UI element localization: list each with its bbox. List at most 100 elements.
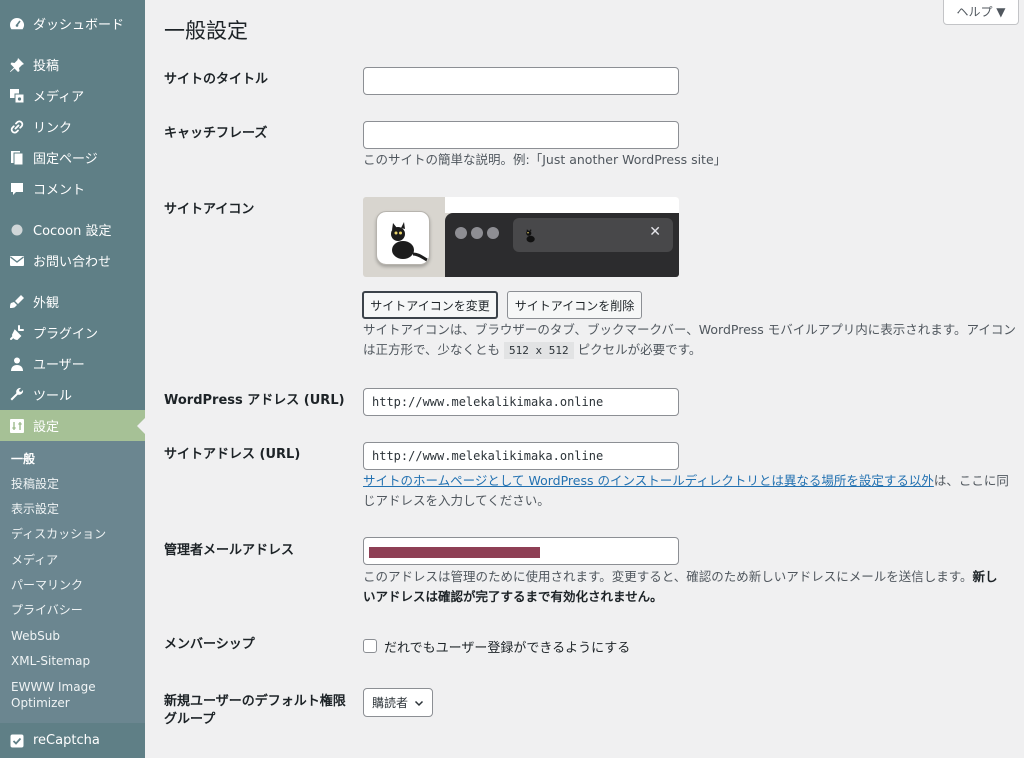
- change-site-icon-button[interactable]: サイトアイコンを変更: [362, 291, 498, 319]
- plugin-icon: [9, 324, 25, 341]
- menu-label: ユーザー: [33, 358, 85, 373]
- menu-pages[interactable]: 固定ページ: [0, 142, 145, 173]
- menu-label: 固定ページ: [33, 152, 98, 167]
- site-icon-desc-line2a: は正方形で、少なくとも: [363, 342, 501, 357]
- appearance-icon: [9, 294, 25, 310]
- menu-comments[interactable]: コメント: [0, 173, 145, 204]
- submenu-ewww-line2[interactable]: Optimizer: [11, 695, 70, 711]
- submenu-general[interactable]: 一般: [11, 451, 35, 467]
- submenu-reading[interactable]: 表示設定: [11, 501, 59, 517]
- admin-email-label: 管理者メールアドレス: [164, 543, 295, 558]
- site-address-desc-tail: は、ここに同: [933, 473, 1009, 488]
- menu-recaptcha[interactable]: reCaptcha: [0, 725, 145, 756]
- mail-icon: [9, 253, 25, 269]
- site-title-input[interactable]: [363, 67, 679, 95]
- submenu-discussion[interactable]: ディスカッション: [11, 526, 106, 542]
- chevron-down-icon: [414, 697, 424, 711]
- site-icon-description: サイトアイコンは、ブラウザーのタブ、ブックマークバー、WordPress モバイ…: [363, 320, 1018, 361]
- submenu-xml-sitemap[interactable]: XML-Sitemap: [11, 653, 90, 669]
- page-title: 一般設定: [164, 19, 248, 43]
- window-dot-icon: [455, 227, 467, 239]
- submenu-privacy[interactable]: プライバシー: [11, 602, 83, 618]
- menu-label: メディア: [33, 90, 85, 105]
- icon-size-code: 512 x 512: [504, 342, 574, 359]
- submenu-ewww-line1[interactable]: EWWW Image: [11, 679, 96, 695]
- cocoon-icon: [9, 222, 25, 238]
- menu-settings[interactable]: 設定: [0, 410, 145, 441]
- default-role-label-line1: 新規ユーザーのデフォルト権限: [164, 694, 346, 709]
- default-role-select[interactable]: 購読者: [363, 688, 433, 717]
- help-tab-button[interactable]: ヘルプ ▼: [943, 0, 1019, 25]
- menu-posts[interactable]: 投稿: [0, 49, 145, 80]
- default-role-value: 購読者: [372, 696, 409, 710]
- menu-label: コメント: [33, 183, 86, 198]
- dashboard-icon: [9, 16, 25, 32]
- membership-checkbox[interactable]: [363, 639, 377, 653]
- admin-email-description: このアドレスは管理のために使用されます。変更すると、確認のため新しいアドレスにメ…: [363, 567, 1018, 607]
- comment-icon: [9, 181, 25, 197]
- menu-label: Cocoon 設定: [33, 224, 112, 239]
- membership-checkbox-label[interactable]: だれでもユーザー登録ができるようにする: [384, 637, 630, 656]
- user-icon: [9, 356, 25, 372]
- menu-label: 投稿: [33, 59, 60, 74]
- tagline-description: このサイトの簡単な説明。例:「Just another WordPress si…: [363, 152, 727, 167]
- site-address-label: サイトアドレス (URL): [164, 447, 301, 462]
- menu-appearance[interactable]: 外観: [0, 286, 145, 317]
- menu-tools[interactable]: ツール: [0, 379, 145, 410]
- browser-titlebar: [445, 197, 679, 213]
- site-title-label: サイトのタイトル: [164, 72, 269, 87]
- pin-icon: [9, 57, 25, 73]
- menu-label: お問い合わせ: [33, 255, 112, 270]
- app-icon-preview: [376, 211, 430, 265]
- browser-preview: ✕: [445, 213, 679, 277]
- menu-label: ダッシュボード: [33, 18, 125, 33]
- menu-contact[interactable]: お問い合わせ: [0, 245, 145, 276]
- menu-links[interactable]: リンク: [0, 111, 145, 142]
- admin-email-input[interactable]: [363, 537, 679, 565]
- media-icon: [9, 88, 25, 104]
- close-icon: ✕: [649, 224, 661, 240]
- menu-label: リンク: [33, 121, 73, 136]
- menu-users[interactable]: ユーザー: [0, 348, 145, 379]
- wp-address-input[interactable]: http://www.melekalikimaka.online: [363, 388, 679, 416]
- site-icon-preview: ✕: [363, 197, 679, 277]
- default-role-label-line2: グループ: [164, 712, 216, 727]
- submenu-media[interactable]: メディア: [11, 552, 58, 568]
- link-icon: [9, 119, 25, 135]
- tagline-input[interactable]: [363, 121, 679, 149]
- site-address-description: サイトのホームページとして WordPress のインストールディレクトリとは異…: [363, 471, 1018, 511]
- menu-dashboard[interactable]: ダッシュボード: [0, 8, 145, 39]
- submenu-permalinks[interactable]: パーマリンク: [11, 577, 83, 593]
- tools-icon: [9, 387, 25, 403]
- window-dot-icon: [487, 227, 499, 239]
- settings-icon: [9, 418, 25, 434]
- wp-address-label: WordPress アドレス (URL): [164, 393, 345, 408]
- menu-label: ツール: [33, 389, 73, 404]
- admin-email-desc-bold-1: 新し: [972, 569, 998, 584]
- cat-icon: [391, 222, 428, 262]
- cat-favicon-icon: [526, 228, 535, 243]
- menu-media[interactable]: メディア: [0, 80, 145, 111]
- checkbox-icon: [9, 733, 25, 749]
- site-address-desc-line2: じアドレスを入力してください。: [363, 493, 550, 508]
- site-address-input[interactable]: http://www.melekalikimaka.online: [363, 442, 679, 470]
- menu-cocoon[interactable]: Cocoon 設定: [0, 214, 145, 245]
- tagline-label: キャッチフレーズ: [164, 126, 268, 141]
- admin-email-desc-bold-2: いアドレスは確認が完了するまで有効化されません。: [363, 589, 663, 604]
- menu-label: 外観: [33, 296, 60, 311]
- remove-site-icon-button[interactable]: サイトアイコンを削除: [507, 291, 642, 319]
- membership-label: メンバーシップ: [164, 637, 255, 652]
- site-icon-label: サイトアイコン: [164, 202, 255, 217]
- menu-label: reCaptcha: [33, 733, 100, 748]
- pages-icon: [9, 150, 25, 166]
- menu-label: プラグイン: [33, 327, 99, 342]
- submenu-writing[interactable]: 投稿設定: [11, 476, 59, 492]
- submenu-websub[interactable]: WebSub: [11, 628, 60, 644]
- settings-submenu: 一般 投稿設定 表示設定 ディスカッション メディア パーマリンク プライバシー…: [0, 441, 145, 723]
- site-address-help-link[interactable]: サイトのホームページとして WordPress のインストールディレクトリとは異…: [363, 473, 934, 488]
- menu-plugins[interactable]: プラグイン: [0, 317, 145, 348]
- admin-sidebar: ダッシュボード 投稿 メディア リンク 固定ページ コメント Cocoon 設定…: [0, 0, 145, 758]
- redacted-email: [369, 547, 540, 558]
- window-dot-icon: [471, 227, 483, 239]
- browser-tab-preview: ✕: [513, 218, 673, 252]
